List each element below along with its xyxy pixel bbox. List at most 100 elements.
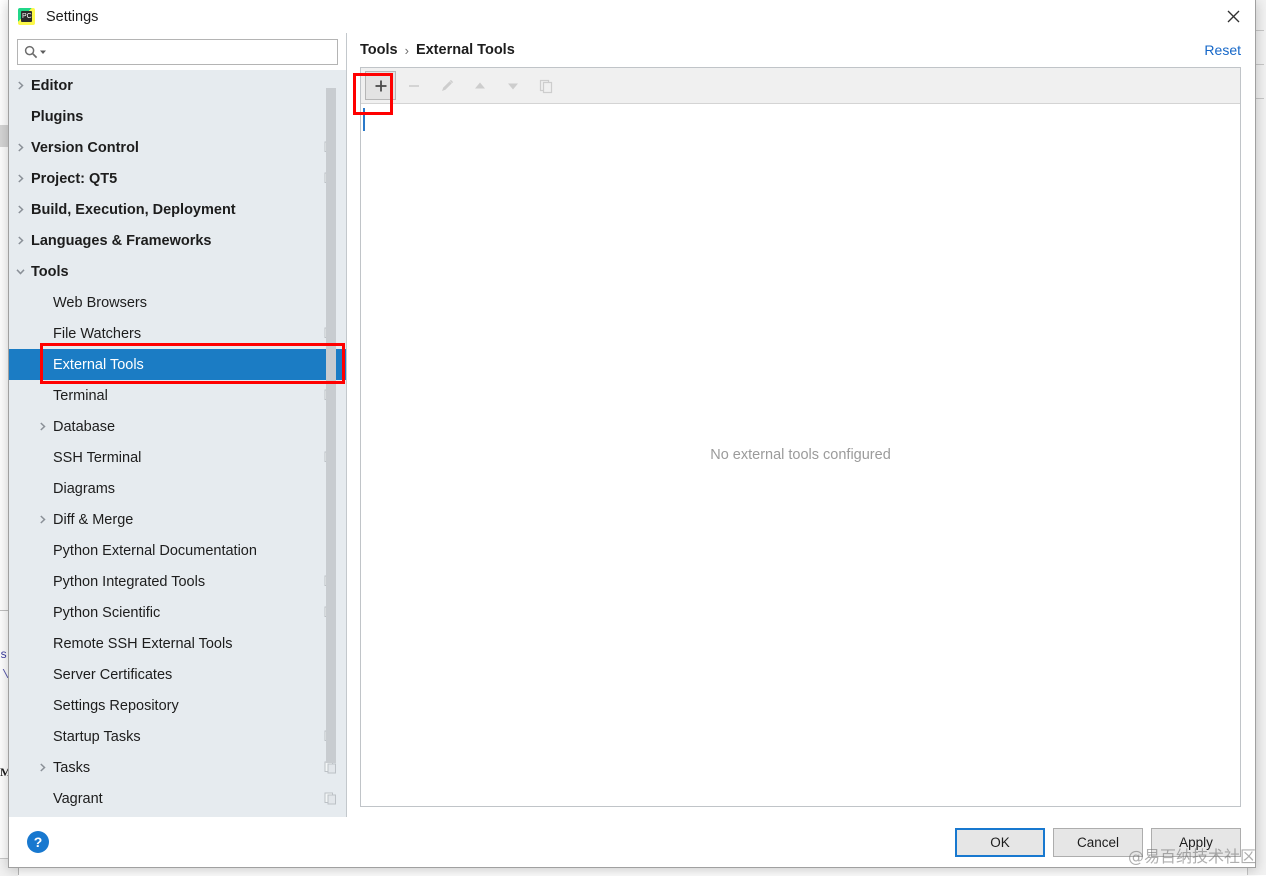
dialog-title: Settings [46,9,98,25]
arrow-up-icon [472,78,488,94]
sidebar-item-label: Terminal [53,388,108,404]
tree-indent [31,690,53,721]
sidebar-item-label: Database [53,419,115,435]
chevron-right-icon[interactable] [31,411,53,442]
sidebar-item-build-execution-deployment[interactable]: Build, Execution, Deployment [9,194,346,225]
ok-button[interactable]: OK [955,828,1045,857]
sidebar-item-label: Vagrant [53,791,103,807]
tree-indent [31,349,53,380]
sidebar-item-label: External Tools [53,357,144,373]
search-container [9,33,346,70]
dialog-titlebar: PC Settings [9,0,1255,33]
chevron-right-icon[interactable] [9,163,31,194]
arrow-down-icon [505,78,521,94]
chevron-right-icon[interactable] [9,225,31,256]
settings-sidebar: Editor Plugins Version ControlProject: QT5… [9,33,347,817]
copy-button [530,71,561,100]
close-icon[interactable] [1211,0,1255,33]
breadcrumb-item-external-tools: External Tools [416,42,515,58]
help-icon[interactable]: ? [27,831,49,853]
sidebar-item-terminal[interactable]: Terminal [9,380,346,411]
cancel-button[interactable]: Cancel [1053,828,1143,857]
sidebar-item-label: Web Browsers [53,295,147,311]
breadcrumb: Tools › External Tools Reset [360,33,1241,67]
tree-indent [9,101,31,132]
sidebar-item-python-scientific[interactable]: Python Scientific [9,597,346,628]
sidebar-item-python-integrated-tools[interactable]: Python Integrated Tools [9,566,346,597]
sidebar-item-editor[interactable]: Editor [9,70,346,101]
footer-button-group: OK Cancel Apply [955,828,1241,857]
external-tools-panel: No external tools configured [360,67,1241,807]
remove-button [398,71,429,100]
settings-dialog: PC Settings [8,0,1256,868]
sidebar-item-label: Editor [31,78,73,94]
tree-indent [31,318,53,349]
sidebar-item-plugins[interactable]: Plugins [9,101,346,132]
sidebar-item-server-certificates[interactable]: Server Certificates [9,659,346,690]
sidebar-item-tools[interactable]: Tools [9,256,346,287]
sidebar-item-label: Remote SSH External Tools [53,636,232,652]
sidebar-item-external-tools[interactable]: External Tools [9,349,346,380]
list-caret [363,108,365,131]
chevron-down-icon[interactable] [9,256,31,287]
search-box[interactable] [17,39,338,65]
chevron-right-icon[interactable] [9,132,31,163]
sidebar-item-diff-merge[interactable]: Diff & Merge [9,504,346,535]
sidebar-item-settings-repository[interactable]: Settings Repository [9,690,346,721]
breadcrumb-item-tools[interactable]: Tools [360,42,398,58]
tree-indent [31,628,53,659]
breadcrumb-separator: › [405,43,409,58]
chevron-down-icon[interactable] [39,48,47,56]
sidebar-item-project-qt5[interactable]: Project: QT5 [9,163,346,194]
plus-icon [373,78,389,94]
sidebar-scrollbar[interactable] [326,70,336,817]
external-tools-toolbar [361,68,1240,104]
sidebar-item-label: Tasks [53,760,90,776]
sidebar-item-label: Python Scientific [53,605,160,621]
sidebar-item-vagrant[interactable]: Vagrant [9,783,346,814]
sidebar-item-python-external-documentation[interactable]: Python External Documentation [9,535,346,566]
tree-indent [31,783,53,814]
chevron-right-icon[interactable] [31,752,53,783]
search-icon [24,45,38,59]
sidebar-item-label: Server Certificates [53,667,172,683]
settings-content: Tools › External Tools Reset No external… [347,33,1255,817]
apply-button[interactable]: Apply [1151,828,1241,857]
chevron-right-icon[interactable] [31,504,53,535]
chevron-right-icon[interactable] [9,70,31,101]
tree-indent [31,597,53,628]
move-down-button [497,71,528,100]
dialog-footer: ? OK Cancel Apply [9,817,1255,867]
empty-state-message: No external tools configured [710,447,891,463]
sidebar-item-diagrams[interactable]: Diagrams [9,473,346,504]
tree-indent [31,659,53,690]
sidebar-item-label: Build, Execution, Deployment [31,202,236,218]
tree-indent [31,473,53,504]
sidebar-item-label: Plugins [31,109,83,125]
search-input[interactable] [51,44,331,61]
settings-tree-list: Editor Plugins Version ControlProject: QT5… [9,70,346,817]
sidebar-item-label: Diagrams [53,481,115,497]
sidebar-item-file-watchers[interactable]: File Watchers [9,318,346,349]
sidebar-item-remote-ssh-external-tools[interactable]: Remote SSH External Tools [9,628,346,659]
edit-button [431,71,462,100]
sidebar-item-startup-tasks[interactable]: Startup Tasks [9,721,346,752]
add-button[interactable] [365,71,396,100]
sidebar-item-label: Python External Documentation [53,543,257,559]
sidebar-item-web-browsers[interactable]: Web Browsers [9,287,346,318]
sidebar-item-tasks[interactable]: Tasks [9,752,346,783]
chevron-right-icon[interactable] [9,194,31,225]
dialog-body: Editor Plugins Version ControlProject: QT5… [9,33,1255,817]
sidebar-item-ssh-terminal[interactable]: SSH Terminal [9,442,346,473]
sidebar-item-label: Startup Tasks [53,729,141,745]
minus-icon [406,78,422,94]
reset-link[interactable]: Reset [1204,42,1241,58]
sidebar-item-database[interactable]: Database [9,411,346,442]
sidebar-item-languages-frameworks[interactable]: Languages & Frameworks [9,225,346,256]
sidebar-scrollbar-thumb[interactable] [326,88,336,763]
tree-indent [31,442,53,473]
move-up-button [464,71,495,100]
sidebar-item-label: SSH Terminal [53,450,141,466]
sidebar-item-version-control[interactable]: Version Control [9,132,346,163]
external-tools-list[interactable]: No external tools configured [361,104,1240,806]
